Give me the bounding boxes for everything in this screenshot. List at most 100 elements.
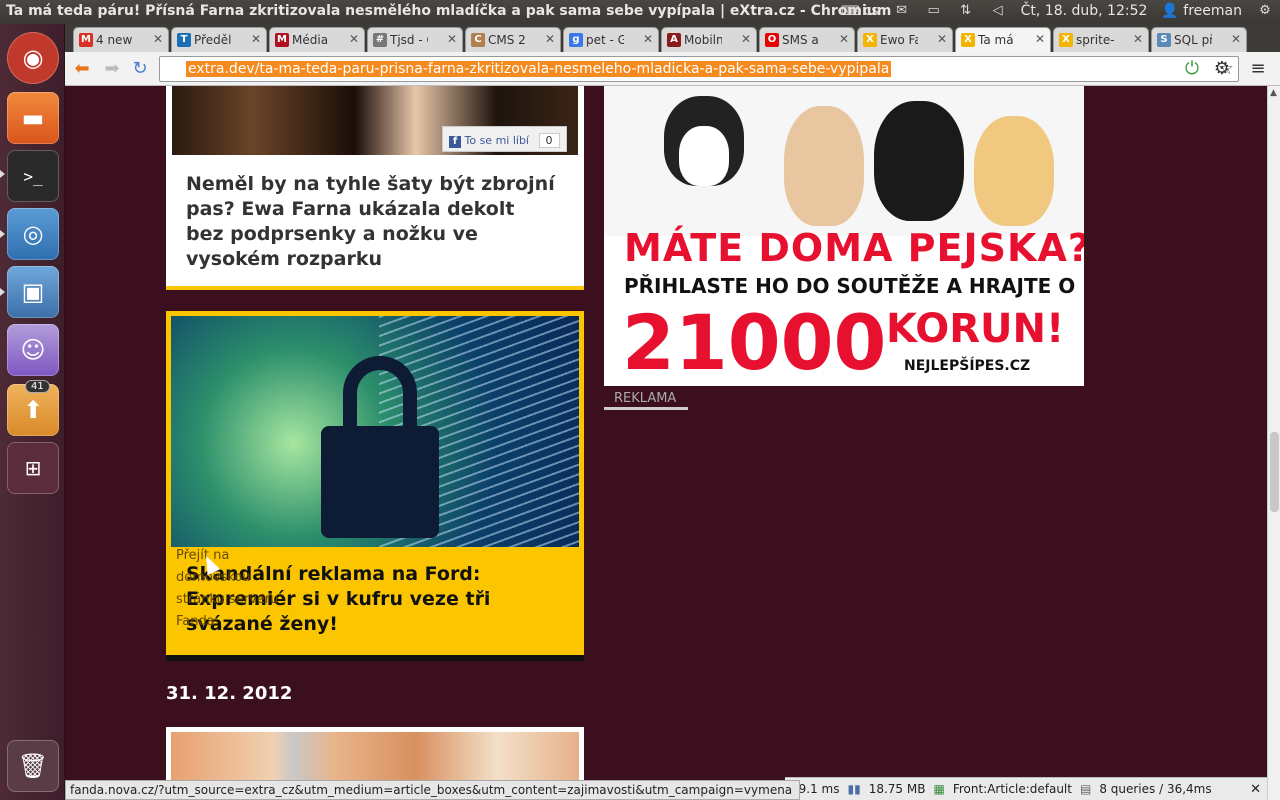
trash-icon[interactable]: 🗑 bbox=[7, 740, 59, 792]
tab-close-icon[interactable]: ✕ bbox=[741, 32, 751, 46]
browser-tab[interactable]: TPředělat ✕ bbox=[171, 27, 267, 52]
tab-close-icon[interactable]: ✕ bbox=[1133, 32, 1143, 46]
user-name: freeman bbox=[1183, 3, 1242, 19]
browser-tab[interactable]: XTa má te ✕ bbox=[955, 27, 1051, 52]
tab-close-icon[interactable]: ✕ bbox=[545, 32, 555, 46]
debug-bar: 29.1 ms ▮▮ 18.75 MB ▦ Front:Article:defa… bbox=[785, 777, 1267, 800]
scrollbar-thumb[interactable] bbox=[1270, 432, 1279, 512]
address-bar[interactable]: extra.dev/ta-ma-teda-paru-prisna-farna-z… bbox=[159, 56, 1239, 82]
virtualbox-cube-icon[interactable]: ▣ bbox=[7, 266, 59, 318]
facebook-like-label: To se mi líbí bbox=[464, 134, 530, 147]
ubuntu-logo-icon[interactable]: ◉ bbox=[7, 32, 59, 84]
battery-icon[interactable]: ▭ bbox=[925, 4, 943, 18]
browser-tab[interactable]: Xsprite-xy ✕ bbox=[1053, 27, 1149, 52]
tab-close-icon[interactable]: ✕ bbox=[937, 32, 947, 46]
back-arrow-icon[interactable]: ⬅ bbox=[71, 58, 93, 80]
scroll-up-arrow-icon[interactable]: ▲ bbox=[1270, 88, 1277, 98]
keyboard-indicator[interactable]: ⌨ cs bbox=[841, 3, 878, 19]
tab-close-icon[interactable]: ✕ bbox=[1035, 32, 1045, 46]
puppies-image bbox=[604, 86, 1084, 236]
browser-toolbar: ⬅ ➡ ↻ extra.dev/ta-ma-teda-paru-prisna-f… bbox=[65, 52, 1280, 86]
settings-gear-icon[interactable]: ⚙ bbox=[1211, 58, 1233, 80]
mail-icon[interactable]: ✉ bbox=[893, 4, 911, 18]
pidgin-chat-icon[interactable]: ☺ bbox=[7, 324, 59, 376]
debug-presenter[interactable]: Front:Article:default bbox=[953, 782, 1072, 796]
tab-label: pet - Go bbox=[586, 33, 624, 47]
browser-tab[interactable]: AMobilní ✕ bbox=[661, 27, 757, 52]
avatar-icon: C bbox=[471, 33, 485, 47]
address-url[interactable]: extra.dev/ta-ma-teda-paru-prisna-farna-z… bbox=[186, 61, 892, 77]
ad-currency: KORUN! bbox=[886, 306, 1065, 352]
launcher: ◉ ▬ >_ ◎ ▣ ☺ ⬆ 41 ⊞ 🗑 bbox=[0, 24, 65, 800]
tab-close-icon[interactable]: ✕ bbox=[153, 32, 163, 46]
keyboard-icon: ⌨ bbox=[841, 4, 860, 19]
terminal-icon[interactable]: >_ bbox=[7, 150, 59, 202]
browser-tab[interactable]: CCMS 2 Li ✕ bbox=[465, 27, 561, 52]
link-tooltip: Přejít na domovskou stránku serveru Fand… bbox=[176, 548, 279, 629]
extra-icon: X bbox=[1059, 33, 1073, 47]
browser-tab[interactable]: #Tjsd - Čl ✕ bbox=[367, 27, 463, 52]
vertical-scrollbar[interactable]: ▲ bbox=[1267, 86, 1280, 800]
tab-strip: M4 new m✕TPředělat✕MMédia | S✕#Tjsd - Čl… bbox=[65, 24, 1280, 52]
reload-icon[interactable]: ↻ bbox=[129, 58, 151, 80]
menu-hamburger-icon[interactable]: ≡ bbox=[1247, 58, 1269, 80]
tab-label: CMS 2 Li bbox=[488, 33, 526, 47]
chromium-icon[interactable]: ◎ bbox=[7, 208, 59, 260]
tab-label: SMS a M bbox=[782, 33, 820, 47]
trello-icon: T bbox=[177, 33, 191, 47]
media-icon: M bbox=[275, 33, 289, 47]
tab-close-icon[interactable]: ✕ bbox=[349, 32, 359, 46]
clock[interactable]: Čt, 18. dub, 12:52 bbox=[1021, 3, 1148, 19]
ad-brand: NEJLEPŠÍPES.CZ bbox=[904, 358, 1031, 374]
app-icon: A bbox=[667, 33, 681, 47]
browser-tab[interactable]: SSQL přík ✕ bbox=[1151, 27, 1247, 52]
padlock-body bbox=[321, 426, 439, 538]
update-manager-icon[interactable]: ⬆ 41 bbox=[7, 380, 59, 436]
settings-gear-icon[interactable]: ⚙ bbox=[1256, 4, 1274, 18]
link-status-bar: fanda.nova.cz/?utm_source=extra_cz&utm_m… bbox=[65, 780, 800, 800]
browser-tab[interactable]: XEwo Far ✕ bbox=[857, 27, 953, 52]
article-card-highlighted[interactable]: Skandální reklama na Ford: Expremiér si … bbox=[166, 311, 584, 661]
article-headline[interactable]: Neměl by na tyhle šaty být zbrojní pas? … bbox=[186, 172, 556, 272]
debug-memory[interactable]: 18.75 MB bbox=[869, 782, 926, 796]
workspace-switcher-icon[interactable]: ⊞ bbox=[7, 442, 59, 494]
running-indicator-icon bbox=[0, 230, 5, 238]
network-icon[interactable]: ⇅ bbox=[957, 4, 975, 18]
debug-queries[interactable]: 8 queries / 36,4ms bbox=[1099, 782, 1211, 796]
grid-icon: # bbox=[373, 33, 387, 47]
tab-close-icon[interactable]: ✕ bbox=[251, 32, 261, 46]
ad-label: REKLAMA bbox=[604, 386, 688, 410]
puppy-black bbox=[874, 101, 964, 221]
tab-label: Ta má te bbox=[978, 33, 1016, 47]
gmail-icon: M bbox=[79, 33, 93, 47]
browser-tab[interactable]: MMédia | S ✕ bbox=[269, 27, 365, 52]
browser-tab[interactable]: M4 new m ✕ bbox=[73, 27, 169, 52]
extension-icon[interactable]: ⏻ bbox=[1181, 58, 1203, 80]
tab-close-icon[interactable]: ✕ bbox=[1231, 32, 1241, 46]
date-heading: 31. 12. 2012 bbox=[166, 683, 293, 704]
article-image-padlock[interactable] bbox=[171, 316, 579, 547]
forward-arrow-icon[interactable]: ➡ bbox=[101, 58, 123, 80]
puppy-muzzle bbox=[679, 126, 729, 186]
browser-tab[interactable]: OSMS a M ✕ bbox=[759, 27, 855, 52]
debug-close-icon[interactable]: ✕ bbox=[1250, 782, 1261, 797]
user-menu[interactable]: 👤 freeman bbox=[1161, 3, 1242, 19]
facebook-like-button[interactable]: f To se mi líbí 0 bbox=[442, 126, 567, 152]
tab-close-icon[interactable]: ✕ bbox=[839, 32, 849, 46]
article-card[interactable]: f To se mi líbí 0 Neměl by na tyhle šaty… bbox=[166, 86, 584, 290]
puppy-tan bbox=[784, 106, 864, 226]
volume-icon[interactable]: ◁ bbox=[989, 4, 1007, 18]
facebook-like-count: 0 bbox=[538, 133, 560, 148]
advertisement-banner[interactable]: MÁTE DOMA PEJSKA? PŘIHLASTE HO DO SOUTĚŽ… bbox=[604, 86, 1084, 386]
tab-close-icon[interactable]: ✕ bbox=[643, 32, 653, 46]
user-icon: 👤 bbox=[1161, 3, 1179, 19]
tab-label: 4 new m bbox=[96, 33, 134, 47]
keyboard-layout: cs bbox=[863, 3, 879, 19]
ad-subheadline: PŘIHLASTE HO DO SOUTĚŽE A HRAJTE O bbox=[624, 274, 1076, 298]
tab-close-icon[interactable]: ✕ bbox=[447, 32, 457, 46]
vodafone-icon: O bbox=[765, 33, 779, 47]
files-folder-icon[interactable]: ▬ bbox=[7, 92, 59, 144]
browser-tab[interactable]: gpet - Go ✕ bbox=[563, 27, 659, 52]
puppy-yellow bbox=[974, 116, 1054, 226]
tab-label: Předělat bbox=[194, 33, 232, 47]
